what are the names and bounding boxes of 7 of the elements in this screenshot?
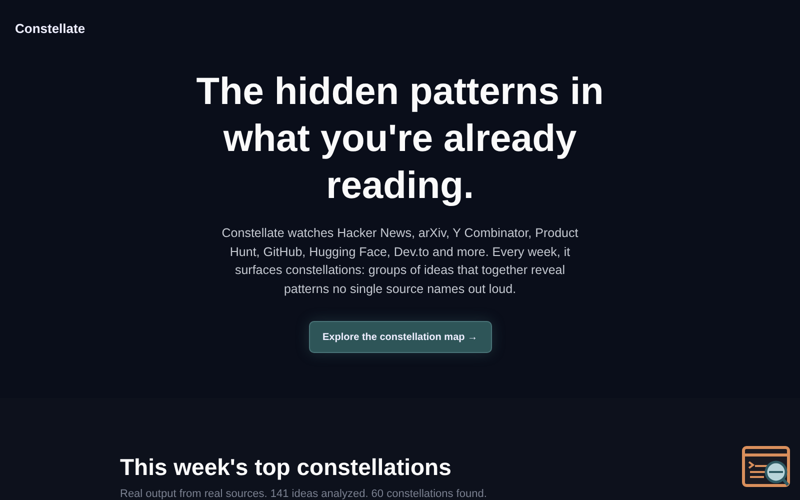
section-subtitle: Real output from real sources. 141 ideas analyzed. 60 constellations found.: [120, 488, 488, 500]
section-title: This week's top constellations: [120, 453, 452, 482]
browser-search-icon[interactable]: [742, 446, 790, 488]
hero-title: The hidden patterns in what you're already reading.: [195, 70, 605, 210]
brand-name[interactable]: Constellate: [15, 21, 86, 36]
explore-map-button[interactable]: Explore the constellation map →: [308, 321, 492, 354]
hero-description: Constellate watches Hacker News, arXiv, Y Combinator, Product Hunt, GitHub, Hugging Face, Dev.to and more. Every week, it surfaces constellations: groups of ideas that together reveal patterns no single source names out loud.: [220, 225, 580, 298]
